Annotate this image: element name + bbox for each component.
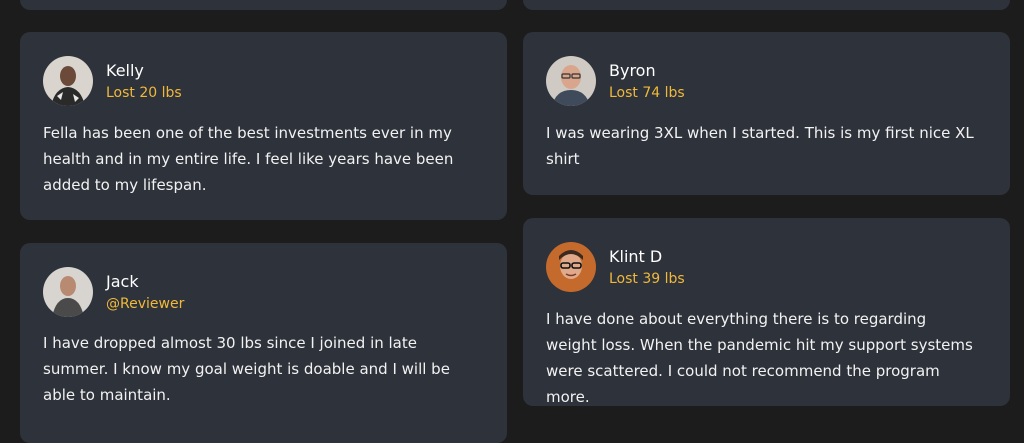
- testimonial-text: I was wearing 3XL when I started. This i…: [546, 124, 974, 168]
- testimonial-header: Byron Lost 74 lbs: [546, 56, 685, 106]
- reviewer-name: Kelly: [106, 60, 144, 80]
- testimonial-card-partial-right: [523, 0, 1010, 10]
- reviewer-result: Lost 39 lbs: [609, 270, 685, 287]
- avatar: [43, 267, 93, 317]
- testimonial-text: I have done about everything there is to…: [546, 310, 973, 406]
- testimonial-meta: Kelly Lost 20 lbs: [106, 61, 182, 102]
- testimonial-header: Kelly Lost 20 lbs: [43, 56, 182, 106]
- testimonial-card-kelly: Kelly Lost 20 lbs Fella has been one of …: [20, 32, 507, 220]
- avatar: [43, 56, 93, 106]
- testimonial-text: Fella has been one of the best investmen…: [43, 124, 454, 194]
- testimonial-card-jack: Jack @Reviewer I have dropped almost 30 …: [20, 243, 507, 443]
- testimonial-card-partial-left: [20, 0, 507, 10]
- avatar: [546, 242, 596, 292]
- reviewer-name: Jack: [106, 271, 139, 291]
- testimonial-header: Klint D Lost 39 lbs: [546, 242, 685, 292]
- reviewer-result: Lost 74 lbs: [609, 84, 685, 101]
- testimonial-header: Jack @Reviewer: [43, 267, 184, 317]
- reviewer-name: Byron: [609, 60, 656, 80]
- testimonial-meta: Klint D Lost 39 lbs: [609, 247, 685, 288]
- testimonial-meta: Jack @Reviewer: [106, 272, 184, 313]
- reviewer-result: Lost 20 lbs: [106, 84, 182, 101]
- avatar: [546, 56, 596, 106]
- testimonial-card-klint-d: Klint D Lost 39 lbs I have done about ev…: [523, 218, 1010, 406]
- reviewer-handle: @Reviewer: [106, 295, 185, 312]
- testimonial-meta: Byron Lost 74 lbs: [609, 61, 685, 102]
- testimonial-card-byron: Byron Lost 74 lbs I was wearing 3XL when…: [523, 32, 1010, 195]
- testimonial-text: I have dropped almost 30 lbs since I joi…: [43, 334, 450, 404]
- reviewer-name: Klint D: [609, 246, 663, 266]
